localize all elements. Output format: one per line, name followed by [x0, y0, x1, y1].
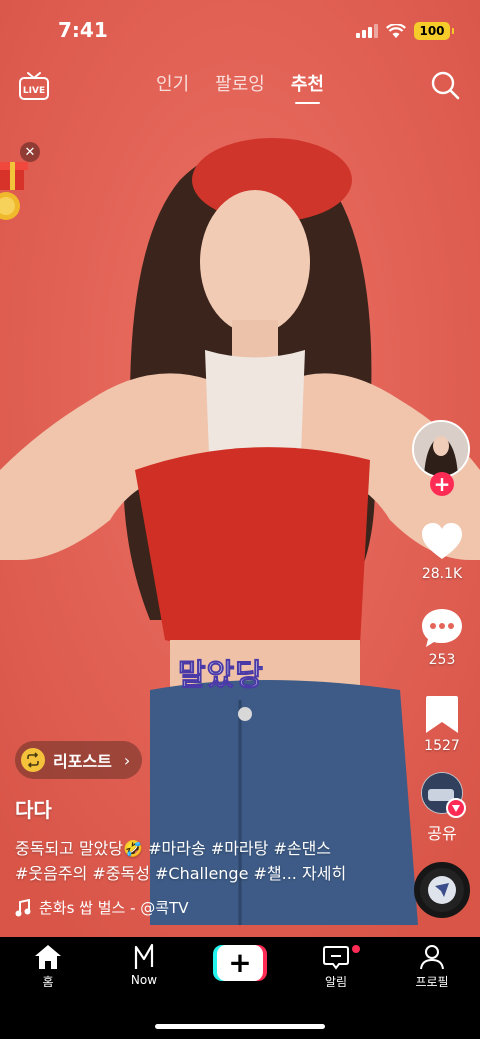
video-frame [0, 0, 480, 937]
follow-plus-icon[interactable]: + [430, 472, 454, 496]
like-button[interactable]: 28.1K [412, 520, 472, 582]
author-name[interactable]: 다다 [15, 794, 52, 823]
tab-now[interactable]: Now [104, 943, 184, 987]
create-plus-icon: + [217, 945, 263, 981]
feed-tabs: 인기 팔로잉 추천 [0, 70, 480, 104]
tab-home[interactable]: 홈 [8, 943, 88, 990]
caption-line-2: #웃음주의 #중독성 #Challenge #챌... [15, 864, 297, 883]
music-info[interactable]: 춘화s 쌉 벌스 - @콕TV [15, 897, 189, 918]
share-arrow-icon [446, 798, 466, 818]
tab-inbox-label: 알림 [324, 975, 348, 989]
home-indicator [155, 1024, 325, 1029]
video-subtitle: 말았당 [178, 658, 264, 694]
avatar[interactable] [412, 420, 470, 478]
home-icon [35, 945, 61, 969]
video-player[interactable]: 말았당 [0, 0, 480, 937]
status-bar: 7:41 100 [0, 0, 480, 64]
tab-now-label: Now [130, 973, 158, 987]
tab-inbox[interactable]: 알림 [296, 943, 376, 990]
tab-home-label: 홈 [42, 975, 54, 989]
tab-profile-label: 프로필 [415, 975, 449, 989]
post-caption[interactable]: 중독되고 말았당🤣 #마라송 #마라탕 #손댄스 #웃음주의 #중독성 #Cha… [15, 836, 375, 886]
tab-popular[interactable]: 인기 [156, 70, 189, 104]
close-gift-icon[interactable]: ✕ [20, 142, 40, 162]
repost-button[interactable]: 리포스트 › [15, 741, 143, 779]
signal-icon [356, 24, 378, 38]
share-button[interactable]: 공유 [412, 772, 472, 844]
caption-line-1: 중독되고 말았당🤣 #마라송 #마라탕 #손댄스 [15, 839, 332, 858]
comment-button[interactable]: 253 [412, 606, 472, 668]
creator-avatar-button[interactable]: + [412, 420, 472, 496]
battery-indicator: 100 [414, 22, 454, 40]
chevron-right-icon: › [123, 750, 131, 770]
share-label: 공유 [427, 824, 457, 843]
create-button[interactable]: + [213, 945, 267, 981]
clock: 7:41 [58, 18, 108, 42]
music-title: 춘화s 쌉 벌스 - @콕TV [39, 899, 189, 917]
repost-label: 리포스트 [53, 752, 112, 771]
see-more-link[interactable]: 자세히 [302, 864, 346, 883]
tab-for-you[interactable]: 추천 [291, 70, 324, 104]
notification-dot [352, 945, 360, 953]
now-icon [134, 943, 154, 969]
top-navigation: LIVE 인기 팔로잉 추천 [0, 64, 480, 110]
save-button[interactable]: 1527 [412, 692, 472, 754]
comment-icon [422, 609, 462, 647]
bookmark-icon [426, 696, 458, 733]
tab-profile[interactable]: 프로필 [392, 943, 472, 990]
profile-icon [420, 945, 444, 970]
comment-count: 253 [428, 652, 456, 668]
wifi-icon [386, 24, 406, 38]
inbox-icon [323, 946, 349, 970]
tab-following[interactable]: 팔로잉 [215, 70, 265, 104]
music-disc[interactable] [414, 862, 470, 918]
heart-icon [422, 523, 462, 559]
search-icon[interactable] [430, 70, 460, 100]
repost-icon [21, 748, 45, 772]
like-count: 28.1K [421, 566, 463, 582]
music-note-icon [15, 898, 31, 916]
sound-disc-icon [428, 876, 456, 904]
save-count: 1527 [424, 738, 460, 754]
avatar-image [414, 422, 468, 476]
